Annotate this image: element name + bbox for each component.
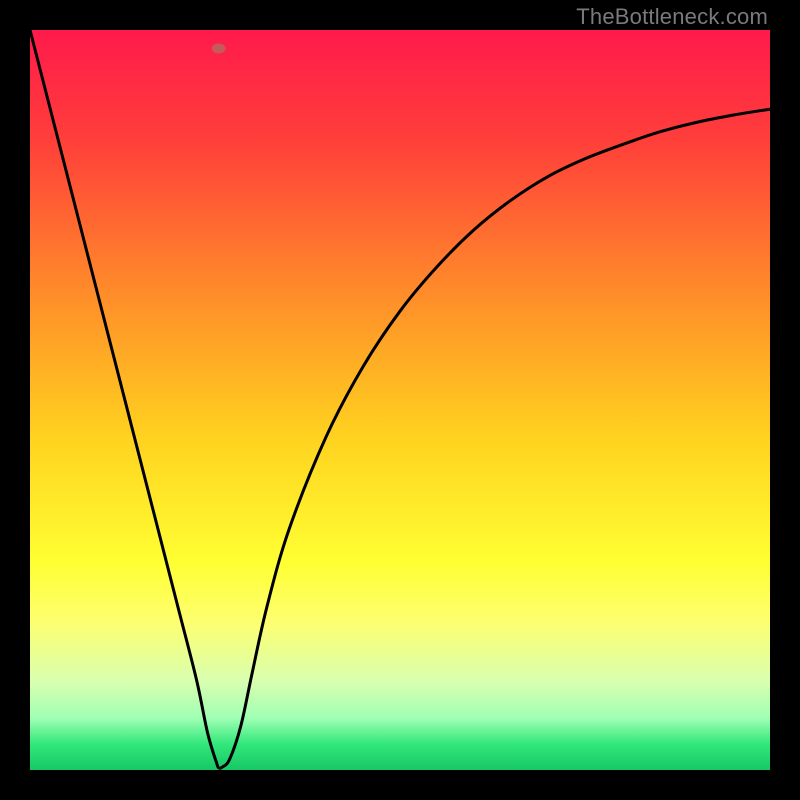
chart-background (30, 30, 770, 770)
optimal-point-marker (212, 44, 226, 54)
watermark-text: TheBottleneck.com (576, 4, 768, 30)
bottleneck-chart (30, 30, 770, 770)
chart-frame (30, 30, 770, 770)
